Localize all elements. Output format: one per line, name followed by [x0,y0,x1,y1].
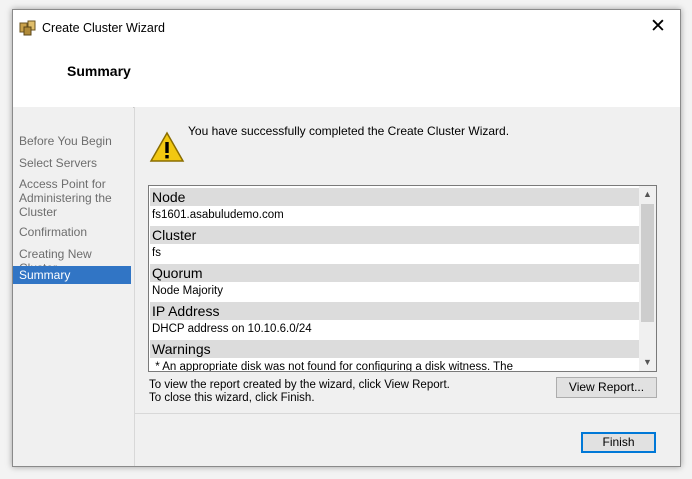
report-value-quorum: Node Majority [152,285,223,297]
report-value-node: fs1601.asabuludemo.com [152,209,284,221]
report-heading-quorum: Quorum [150,264,639,282]
report-heading-cluster: Cluster [150,226,639,244]
step-select-servers[interactable]: Select Servers [13,156,131,170]
warning-icon [149,131,185,162]
report-heading-node: Node [150,188,639,206]
finish-button[interactable]: Finish [581,432,656,453]
step-confirmation[interactable]: Confirmation [13,225,131,239]
cluster-icon [19,20,36,36]
summary-report[interactable]: Node fs1601.asabuludemo.com Cluster fs Q… [148,185,657,372]
footer-divider [135,413,680,414]
wizard-header: Summary [13,46,680,108]
report-value-ip-address: DHCP address on 10.10.6.0/24 [152,323,312,335]
report-heading-warnings: Warnings [150,340,639,358]
close-icon: ✕ [650,16,666,37]
wizard-window: Create Cluster Wizard ✕ Summary Before Y… [12,9,681,467]
close-button[interactable]: ✕ [636,10,680,46]
step-summary[interactable]: Summary [13,266,131,284]
report-content: Node fs1601.asabuludemo.com Cluster fs Q… [150,187,639,372]
report-scrollbar[interactable]: ▲ ▼ [639,186,656,371]
step-list: Before You Begin Select Servers Access P… [13,107,133,466]
info-close-wizard: To close this wizard, click Finish. [149,392,315,404]
scroll-down-icon[interactable]: ▼ [639,354,656,371]
scroll-thumb[interactable] [641,204,654,322]
info-view-report: To view the report created by the wizard… [149,379,450,391]
report-value-warnings: * An appropriate disk was not found for … [152,361,513,372]
page-title: Summary [67,63,131,79]
view-report-button[interactable]: View Report... [556,377,657,398]
scroll-up-icon[interactable]: ▲ [639,186,656,203]
step-before-you-begin[interactable]: Before You Begin [13,134,131,148]
success-message: You have successfully completed the Crea… [188,124,510,138]
window-title: Create Cluster Wizard [42,21,165,35]
report-value-cluster: fs [152,247,161,259]
title-bar[interactable]: Create Cluster Wizard ✕ [13,10,680,46]
report-heading-ip-address: IP Address [150,302,639,320]
step-access-point[interactable]: Access Point for Administering the Clust… [13,177,131,219]
